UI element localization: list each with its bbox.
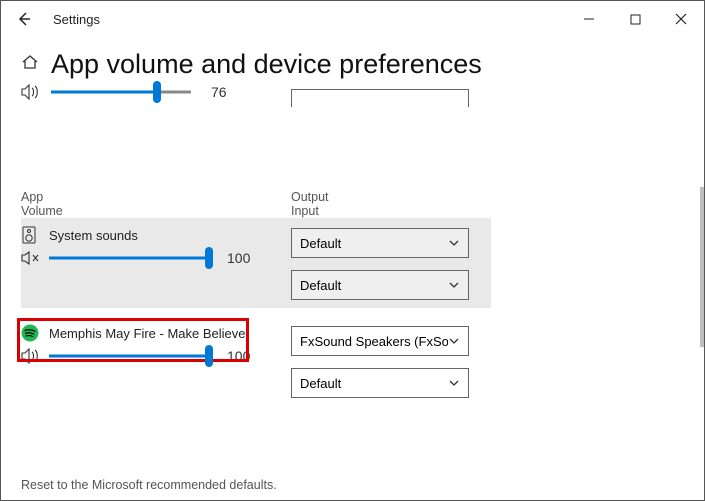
system-sounds-icon xyxy=(21,226,39,244)
system-input-select[interactable]: Default xyxy=(291,270,469,300)
column-headers: App Volume Output Input xyxy=(21,190,684,218)
select-label: Default xyxy=(300,278,341,293)
app-row-system-sounds: System sounds 100 Default xyxy=(21,218,491,308)
speaker-muted-icon[interactable] xyxy=(21,251,41,265)
system-volume-value: 100 xyxy=(227,250,250,266)
page-title: App volume and device preferences xyxy=(51,49,482,80)
speaker-icon[interactable] xyxy=(21,84,41,100)
arrow-left-icon xyxy=(16,11,32,27)
chevron-down-icon xyxy=(448,335,460,347)
app-name-label: Memphis May Fire - Make Believe xyxy=(49,326,246,341)
spotify-volume-slider[interactable] xyxy=(49,348,209,364)
content-area: App volume and device preferences 76 App… xyxy=(1,37,704,406)
spotify-volume-value: 100 xyxy=(227,348,250,364)
system-volume-slider[interactable] xyxy=(49,250,209,266)
col-input-label: Input xyxy=(291,204,491,218)
minimize-icon xyxy=(583,13,595,25)
reset-defaults-text: Reset to the Microsoft recommended defau… xyxy=(21,478,277,492)
titlebar: Settings xyxy=(1,1,704,37)
settings-window: Settings App volume and device preferenc… xyxy=(0,0,705,501)
col-output-label: Output xyxy=(291,190,491,204)
home-icon[interactable] xyxy=(21,53,39,76)
col-app-label: App xyxy=(21,190,291,204)
select-label: Default xyxy=(300,376,341,391)
scrollbar[interactable] xyxy=(700,187,704,347)
window-title: Settings xyxy=(53,12,100,27)
select-label: Default xyxy=(300,236,341,251)
maximize-button[interactable] xyxy=(612,1,658,37)
chevron-down-icon xyxy=(448,377,460,389)
minimize-button[interactable] xyxy=(566,1,612,37)
page-header: App volume and device preferences xyxy=(21,49,684,80)
window-controls xyxy=(566,1,704,37)
system-output-select[interactable]: Default xyxy=(291,228,469,258)
master-volume-slider[interactable] xyxy=(51,84,191,100)
select-label: FxSound Speakers (FxSound) xyxy=(300,334,448,349)
chevron-down-icon xyxy=(448,279,460,291)
col-volume-label: Volume xyxy=(21,204,291,218)
back-button[interactable] xyxy=(9,4,39,34)
close-button[interactable] xyxy=(658,1,704,37)
spotify-input-select[interactable]: Default xyxy=(291,368,469,398)
app-name-label: System sounds xyxy=(49,228,138,243)
spotify-output-select[interactable]: FxSound Speakers (FxSound) xyxy=(291,326,469,356)
chevron-down-icon xyxy=(448,237,460,249)
app-row-spotify: Memphis May Fire - Make Believe 100 xyxy=(21,316,684,406)
close-icon xyxy=(675,13,687,25)
maximize-icon xyxy=(630,14,641,25)
master-volume-value: 76 xyxy=(211,84,227,100)
speaker-icon[interactable] xyxy=(21,348,41,364)
spotify-icon xyxy=(21,324,39,342)
master-output-select-clipped[interactable] xyxy=(291,89,469,107)
